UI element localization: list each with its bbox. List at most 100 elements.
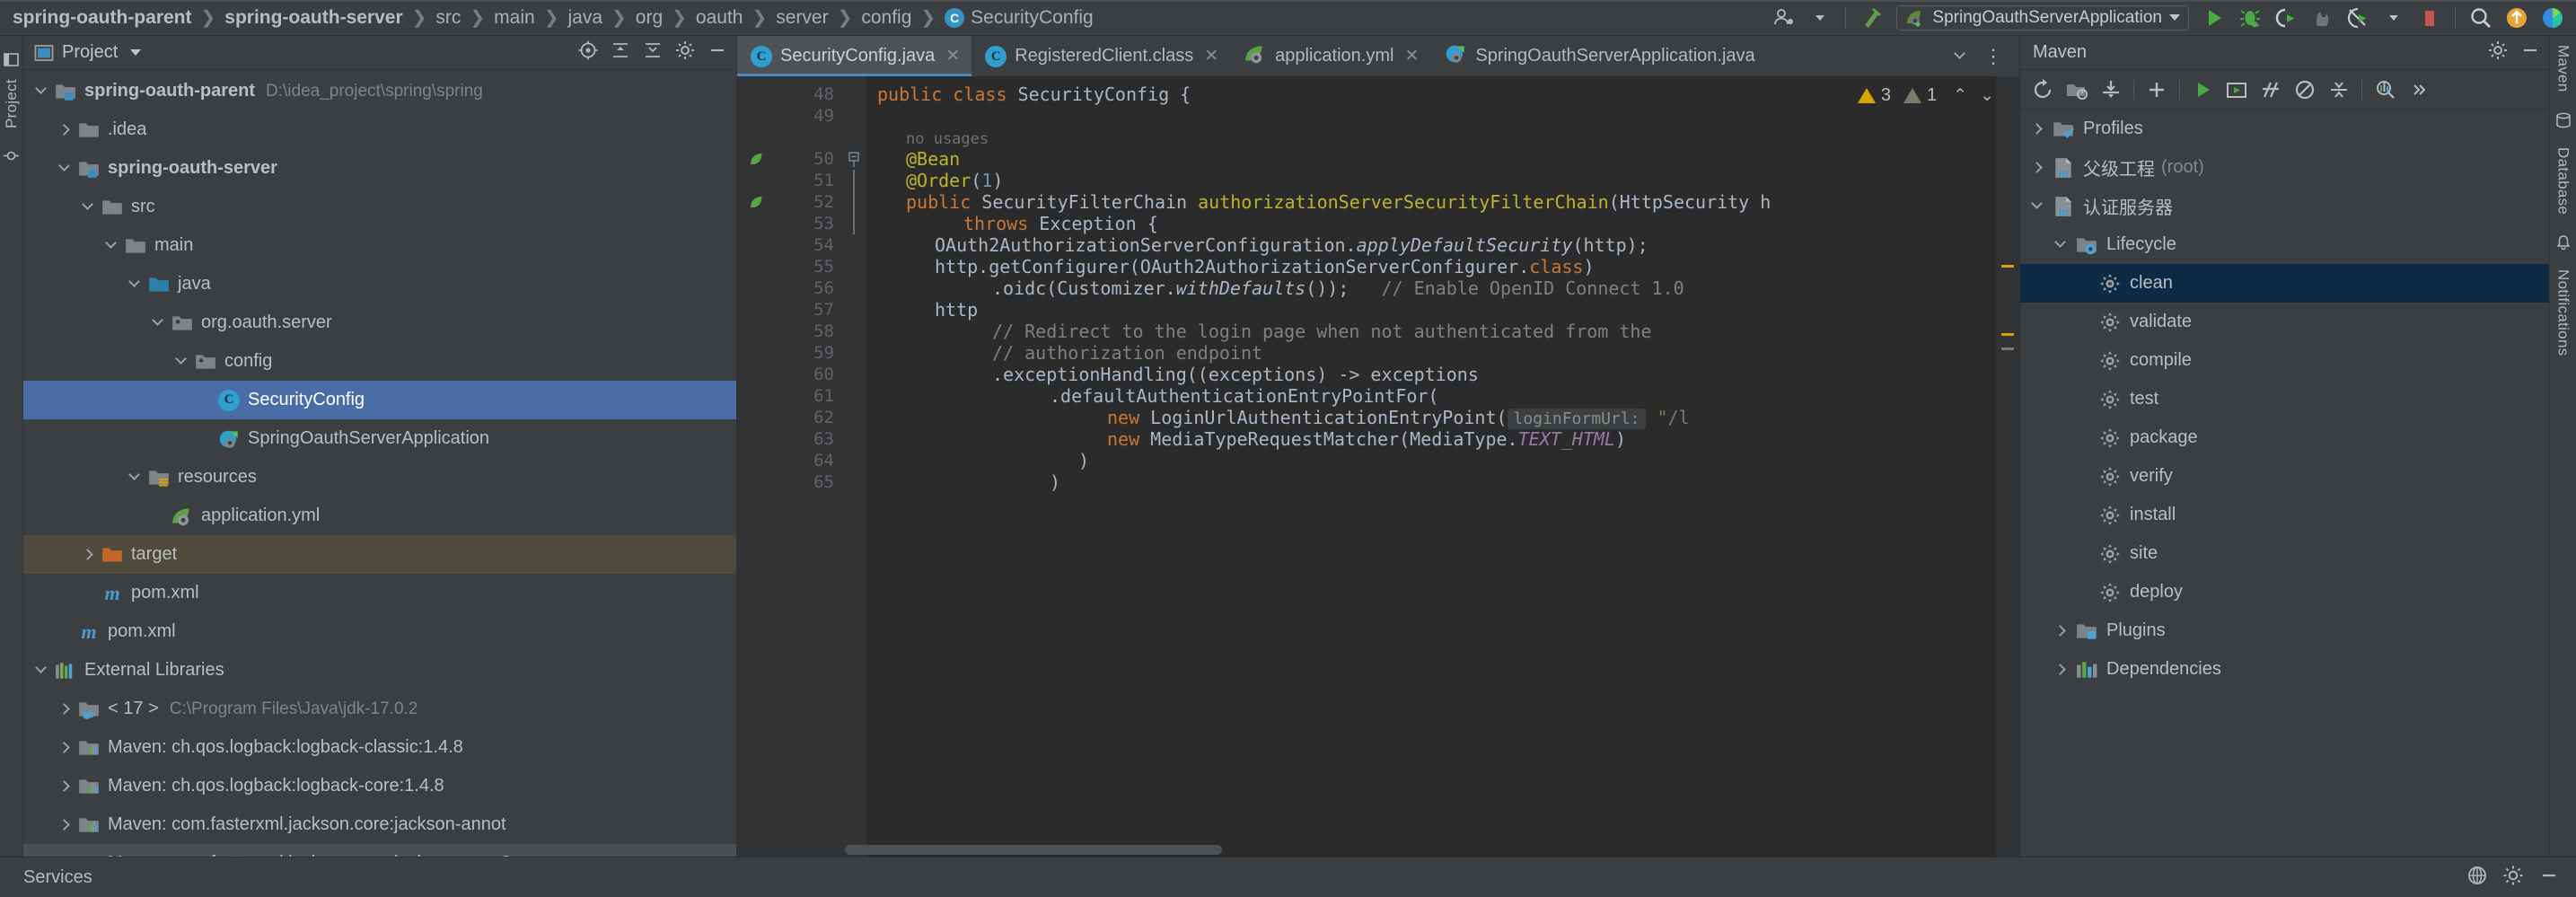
code-line[interactable]: no usages: [866, 127, 2019, 148]
tree-node[interactable]: m pom.xml: [23, 574, 736, 612]
collapse-all-icon[interactable]: [2322, 73, 2356, 107]
run-with-coverage-icon[interactable]: [2268, 0, 2304, 36]
fold-line[interactable]: [843, 277, 866, 299]
ai-assistant-icon[interactable]: [2535, 0, 2571, 36]
rail-label-notifications[interactable]: Notifications: [2554, 269, 2572, 356]
close-icon[interactable]: ✕: [1204, 46, 1218, 66]
fold-line[interactable]: [843, 364, 866, 385]
add-goal-icon[interactable]: [2140, 73, 2174, 107]
gutter-line[interactable]: 56: [737, 277, 843, 299]
hide-icon[interactable]: [2538, 865, 2560, 891]
chevron-down-icon[interactable]: [99, 237, 122, 250]
services-tool-label[interactable]: Services: [23, 867, 92, 888]
code-line[interactable]: http: [866, 299, 2019, 321]
settings-gear-icon[interactable]: [2502, 865, 2524, 891]
tree-node[interactable]: org.oauth.server: [23, 303, 736, 342]
breadcrumb-item[interactable]: src: [435, 7, 461, 29]
gutter-line[interactable]: 63: [737, 428, 843, 450]
maven-tree-node[interactable]: install: [2020, 496, 2549, 534]
tree-node[interactable]: target: [23, 535, 736, 574]
fold-line[interactable]: [843, 256, 866, 277]
updates-icon[interactable]: [2499, 0, 2535, 36]
maven-tree-node[interactable]: site: [2020, 534, 2549, 573]
hammer-build-icon[interactable]: [1853, 0, 1889, 36]
close-icon[interactable]: ✕: [1404, 46, 1419, 66]
chevron-down-icon[interactable]: [2376, 0, 2412, 36]
code-line[interactable]: ): [866, 471, 2019, 493]
chevron-right-icon[interactable]: [2024, 123, 2049, 135]
more-options-icon[interactable]: ⋮: [1976, 46, 2010, 66]
code-line[interactable]: @Bean: [866, 148, 2019, 170]
code-line[interactable]: new MediaTypeRequestMatcher(MediaType.TE…: [866, 428, 2019, 450]
run-configuration-selector[interactable]: SpringOauthServerApplication: [1896, 4, 2189, 31]
code-line[interactable]: [866, 105, 2019, 127]
code-line[interactable]: public class SecurityConfig {: [866, 84, 2019, 105]
code-content[interactable]: public class SecurityConfig { no usages @…: [866, 76, 2019, 857]
chevron-down-icon[interactable]: [122, 469, 145, 481]
maven-tree-node[interactable]: verify: [2020, 457, 2549, 496]
gutter-line[interactable]: 57: [737, 299, 843, 321]
chevron-down-icon[interactable]: [2047, 236, 2072, 249]
gutter-line[interactable]: 55: [737, 256, 843, 277]
editor-tab[interactable]: application.yml ✕: [1230, 36, 1430, 76]
maven-tree-node[interactable]: Profiles: [2020, 110, 2549, 148]
chevron-right-icon[interactable]: [52, 124, 75, 136]
project-tool-icon[interactable]: [4, 52, 19, 72]
chevron-down-icon[interactable]: [1802, 0, 1838, 36]
chevron-right-icon[interactable]: [52, 819, 75, 831]
chevron-right-icon[interactable]: [52, 780, 75, 792]
editor-tab[interactable]: SpringOauthServerApplication.java: [1430, 36, 1766, 76]
tree-node[interactable]: Maven: ch.qos.logback:logback-core:1.4.8: [23, 767, 736, 805]
settings-gear-icon[interactable]: [675, 40, 695, 65]
skip-tests-icon[interactable]: [2254, 73, 2288, 107]
commit-tool-icon[interactable]: [4, 148, 19, 168]
tree-node[interactable]: application.yml: [23, 497, 736, 535]
add-maven-project-icon[interactable]: [2060, 73, 2094, 107]
previous-issue-icon[interactable]: ⌃: [1953, 85, 1967, 106]
gutter-line[interactable]: 64: [737, 450, 843, 471]
breadcrumb-item[interactable]: main: [494, 7, 535, 29]
chevron-down-icon[interactable]: [75, 198, 99, 211]
debug-icon[interactable]: [2232, 0, 2268, 36]
gutter-line[interactable]: 53: [737, 213, 843, 234]
fold-line[interactable]: [843, 84, 866, 105]
breadcrumb-item[interactable]: spring-oauth-parent: [13, 7, 192, 29]
gutter-line[interactable]: 51: [737, 170, 843, 191]
tree-node[interactable]: main: [23, 226, 736, 265]
tree-node[interactable]: Maven: ch.qos.logback:logback-classic:1.…: [23, 728, 736, 767]
tree-node[interactable]: .idea: [23, 110, 736, 149]
chevron-down-icon[interactable]: [29, 83, 52, 95]
inspection-widget[interactable]: 3 1 ⌃ ⌄: [1857, 85, 1994, 106]
select-opened-file-icon[interactable]: [578, 40, 598, 65]
code-line[interactable]: // authorization endpoint: [866, 342, 2019, 364]
database-tool-icon[interactable]: [2555, 112, 2572, 133]
collapse-all-icon[interactable]: [643, 40, 663, 65]
profiler-icon[interactable]: [2304, 0, 2340, 36]
fold-line[interactable]: [843, 105, 866, 127]
gutter-line[interactable]: 50: [737, 148, 843, 170]
horizontal-scrollbar[interactable]: [845, 845, 1222, 855]
more-run-icon[interactable]: [2340, 0, 2376, 36]
tree-node[interactable]: SpringOauthServerApplication: [23, 419, 736, 458]
maven-tree-node[interactable]: Plugins: [2020, 611, 2549, 650]
editor-tab[interactable]: C SecurityConfig.java ✕: [737, 36, 972, 76]
show-dependencies-icon[interactable]: [2368, 73, 2402, 107]
ide-help-icon[interactable]: [2466, 865, 2488, 891]
breadcrumb-item[interactable]: org: [636, 7, 663, 29]
editor-tab[interactable]: C RegisteredClient.class ✕: [971, 36, 1230, 76]
tree-node[interactable]: spring-oauth-parent D:\idea_project\sprin…: [23, 72, 736, 110]
fold-line[interactable]: [843, 342, 866, 364]
code-line[interactable]: public SecurityFilterChain authorization…: [866, 191, 2019, 213]
error-stripe-gutter[interactable]: [1996, 76, 2019, 857]
chevron-down-icon[interactable]: [130, 49, 142, 56]
chevron-right-icon[interactable]: [75, 549, 99, 560]
code-folding-column[interactable]: [843, 76, 866, 857]
fold-line[interactable]: [843, 191, 866, 213]
code-line[interactable]: .defaultAuthenticationEntryPointFor(: [866, 385, 2019, 407]
tree-node[interactable]: Maven: com.fasterxml.jackson.core:jackso…: [23, 805, 736, 844]
fold-line[interactable]: [843, 428, 866, 450]
tree-node[interactable]: Maven: com.fasterxml.jackson.core:jackso…: [23, 844, 736, 857]
maven-tree-node[interactable]: m 父级工程 (root): [2020, 148, 2549, 187]
chevron-down-icon[interactable]: [1947, 47, 1973, 65]
expand-all-icon[interactable]: [611, 40, 630, 65]
